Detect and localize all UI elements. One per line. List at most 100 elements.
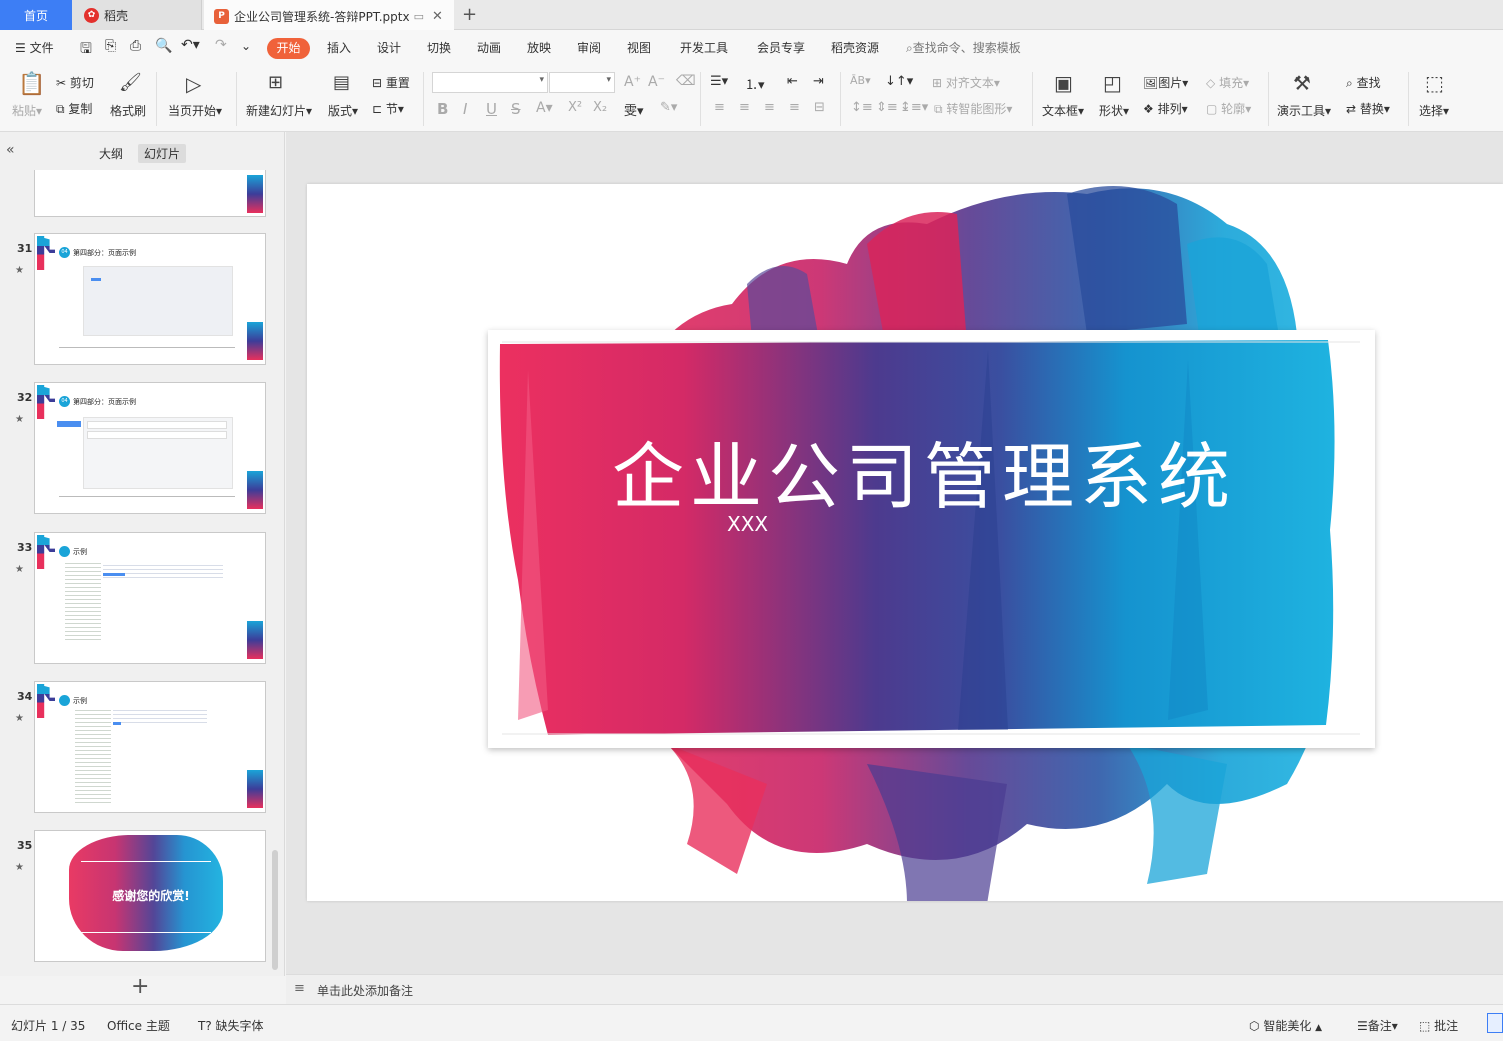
save-icon[interactable]: 🖫 <box>80 38 92 62</box>
quick-access-dropdown-icon[interactable]: ⌄ <box>241 39 251 53</box>
bold-icon[interactable]: B <box>437 100 448 118</box>
new-slide-icon[interactable]: ⊞ <box>268 72 283 93</box>
undo-icon[interactable]: ↶▾ <box>181 37 200 53</box>
arrange-button[interactable]: ❖ 排列▾ <box>1143 100 1188 117</box>
spacing-more-icon[interactable]: ↨≡▾ <box>900 100 928 115</box>
tab-daoke[interactable]: ✿ 稻壳 <box>72 0 202 30</box>
close-tab-icon[interactable]: ✕ <box>432 9 443 24</box>
font-shrink-icon[interactable]: A⁻ <box>648 74 665 90</box>
text-box-icon[interactable]: ▣ <box>1054 71 1073 95</box>
menu-tab-developer[interactable]: 开发工具 <box>680 39 728 56</box>
theme-name[interactable]: Office 主题 <box>107 1017 170 1034</box>
picture-button[interactable]: 🖼图片▾ <box>1143 74 1188 91</box>
collapse-pane-icon[interactable]: « <box>6 142 15 158</box>
presentation-tools-icon[interactable]: ⚒ <box>1293 71 1311 95</box>
strikethrough-icon[interactable]: S <box>511 100 521 118</box>
menu-tab-review[interactable]: 审阅 <box>577 39 601 56</box>
align-center-icon[interactable]: ≡ <box>739 100 750 115</box>
export-pdf-icon[interactable]: ⎘ <box>105 38 116 54</box>
bullet-list-icon[interactable]: ☰▾ <box>710 74 728 89</box>
align-text-button[interactable]: ⊞ 对齐文本▾ <box>932 74 1000 91</box>
menu-tab-daoke-resources[interactable]: 稻壳资源 <box>831 39 879 56</box>
menu-tab-view[interactable]: 视图 <box>627 39 651 56</box>
slide-thumbnail-current-end[interactable]: 感谢您的欣赏! <box>34 830 266 962</box>
slide-thumbnail[interactable]: 04 第四部分：页面示例 <box>34 382 266 514</box>
align-right-icon[interactable]: ≡ <box>764 100 775 115</box>
font-color-icon[interactable]: A▾ <box>536 100 553 116</box>
italic-icon[interactable]: I <box>463 100 467 118</box>
section-button[interactable]: ⊏ 节▾ <box>372 100 404 117</box>
shape-button[interactable]: 形状▾ <box>1099 102 1129 119</box>
superscript-icon[interactable]: X² <box>568 100 582 115</box>
normal-view-icon[interactable] <box>1487 1013 1503 1033</box>
tab-home[interactable]: 首页 <box>0 0 72 30</box>
missing-fonts-button[interactable]: T? 缺失字体 <box>198 1017 264 1034</box>
text-direction-icon[interactable]: ĀB▾ <box>850 74 871 87</box>
line-spacing-icon[interactable]: ↕≡ <box>851 100 873 115</box>
notes-toggle-button[interactable]: ☰备注▾ <box>1357 1017 1398 1034</box>
slide-thumbnail[interactable]: 示例 <box>34 532 266 664</box>
slide-thumbnail[interactable]: 04 第四部分：页面示例 <box>34 233 266 365</box>
fill-button[interactable]: ◇ 填充▾ <box>1206 74 1249 91</box>
notes-bar[interactable]: ≡ 单击此处添加备注 <box>286 974 1503 1004</box>
redo-icon[interactable]: ↷ <box>215 37 227 53</box>
menu-tab-insert[interactable]: 插入 <box>327 39 351 56</box>
play-icon[interactable]: ▷ <box>186 72 201 96</box>
menu-tab-transition[interactable]: 切换 <box>427 39 451 56</box>
copy-button[interactable]: ⧉ 复制 <box>56 100 92 117</box>
menu-tab-slideshow[interactable]: 放映 <box>527 39 551 56</box>
comments-button[interactable]: ⬚ 批注 <box>1419 1017 1458 1034</box>
font-size-select[interactable]: ▾ <box>549 72 615 93</box>
slide-thumbnail[interactable] <box>34 170 266 217</box>
tab-document[interactable]: P 企业公司管理系统-答辩PPT.pptx ▭ ✕ <box>204 0 454 30</box>
outline-button[interactable]: ▢ 轮廓▾ <box>1206 100 1251 117</box>
font-name-select[interactable]: ▾ <box>432 72 548 93</box>
align-left-icon[interactable]: ≡ <box>714 100 725 115</box>
increase-indent-icon[interactable]: ⇥ <box>813 74 824 89</box>
text-box-button[interactable]: 文本框▾ <box>1042 102 1084 119</box>
find-button[interactable]: ⌕ 查找 <box>1346 74 1381 91</box>
menu-tab-design[interactable]: 设计 <box>377 39 401 56</box>
decrease-indent-icon[interactable]: ⇤ <box>787 74 798 89</box>
file-menu[interactable]: ☰ 文件 <box>15 39 54 56</box>
new-tab-icon[interactable]: + <box>462 4 477 25</box>
slide-subtitle[interactable]: XXX <box>727 512 768 536</box>
sort-icon[interactable]: ↓↑▾ <box>885 74 913 89</box>
command-search[interactable]: ⌕查找命令、搜索模板 <box>906 39 1021 56</box>
paste-icon[interactable]: 📋 <box>18 72 45 97</box>
print-preview-icon[interactable]: 🔍 <box>155 38 172 54</box>
subscript-icon[interactable]: X₂ <box>593 100 607 115</box>
phonetic-guide-icon[interactable]: 雯▾ <box>624 100 644 119</box>
play-from-current-button[interactable]: 当页开始▾ <box>168 102 222 119</box>
cut-button[interactable]: ✂ 剪切 <box>56 74 94 91</box>
monitor-icon[interactable]: ▭ <box>414 10 424 23</box>
menu-tab-animation[interactable]: 动画 <box>477 39 501 56</box>
slide-thumbnail[interactable]: 示例 <box>34 681 266 813</box>
underline-icon[interactable]: U <box>486 100 497 118</box>
reset-button[interactable]: ⊟ 重置 <box>372 74 410 91</box>
pane-scrollbar[interactable] <box>272 850 278 970</box>
select-cursor-icon[interactable]: ⬚ <box>1425 71 1444 95</box>
menu-tab-start[interactable]: 开始 <box>267 38 310 59</box>
slide-title[interactable]: 企业公司管理系统 <box>612 418 1236 523</box>
new-slide-button[interactable]: 新建幻灯片▾ <box>246 102 312 119</box>
presentation-tools-button[interactable]: 演示工具▾ <box>1277 102 1331 119</box>
print-icon[interactable]: ⎙ <box>130 38 141 54</box>
add-slide-icon[interactable]: + <box>131 974 149 999</box>
font-grow-icon[interactable]: A⁺ <box>624 74 641 90</box>
replace-button[interactable]: ⇄ 替换▾ <box>1346 100 1390 117</box>
clear-format-icon[interactable]: ⌫ <box>676 73 696 89</box>
shape-icon[interactable]: ◰ <box>1103 71 1122 95</box>
select-button[interactable]: 选择▾ <box>1419 102 1449 119</box>
menu-tab-member[interactable]: 会员专享 <box>757 39 805 56</box>
layout-button[interactable]: 版式▾ <box>328 102 358 119</box>
distribute-icon[interactable]: ⊟ <box>814 100 825 115</box>
format-painter-button[interactable]: 格式刷 <box>110 102 146 119</box>
smart-shape-button[interactable]: ⧉ 转智能图形▾ <box>934 100 1012 117</box>
justify-icon[interactable]: ≡ <box>789 100 800 115</box>
numbered-list-icon[interactable]: ⒈▾ <box>745 74 765 93</box>
format-painter-icon[interactable]: 🖌 <box>119 72 142 93</box>
tab-slides[interactable]: 幻灯片 <box>138 144 187 163</box>
smart-beautify-button[interactable]: ⬡ 智能美化 ▲ <box>1249 1017 1322 1034</box>
paragraph-spacing-icon[interactable]: ⇕≡ <box>876 100 898 115</box>
